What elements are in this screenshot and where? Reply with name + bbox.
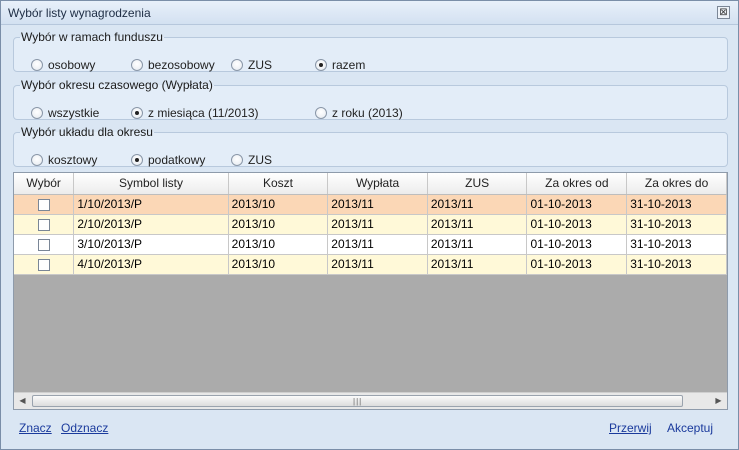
radio-podatkowy[interactable]: podatkowy bbox=[131, 153, 205, 167]
cell-okres-do[interactable]: 31-10-2013 bbox=[626, 254, 727, 275]
radio-z-miesiaca[interactable]: z miesiąca (11/2013) bbox=[131, 106, 259, 120]
cell-symbol[interactable]: 2/10/2013/P bbox=[73, 214, 229, 235]
radio-label: z miesiąca (11/2013) bbox=[148, 106, 259, 120]
period-group-legend: Wybór okresu czasowego (Wypłata) bbox=[21, 78, 213, 92]
cell-koszt[interactable]: 2013/10 bbox=[228, 194, 329, 215]
cell-koszt[interactable]: 2013/10 bbox=[228, 214, 329, 235]
radio-label: z roku (2013) bbox=[332, 106, 403, 120]
cell-wyplata[interactable]: 2013/11 bbox=[327, 194, 428, 215]
radio-kosztowy[interactable]: kosztowy bbox=[31, 153, 97, 167]
title-bar: Wybór listy wynagrodzenia ⊠ bbox=[1, 1, 738, 25]
radio-indicator bbox=[31, 154, 43, 166]
radio-indicator bbox=[315, 107, 327, 119]
dialog-window: Wybór listy wynagrodzenia ⊠ Wybór w rama… bbox=[0, 0, 739, 450]
fund-group: Wybór w ramach funduszu osobowy bezosobo… bbox=[13, 30, 728, 72]
col-header-koszt[interactable]: Koszt bbox=[228, 173, 329, 195]
radio-indicator bbox=[31, 59, 43, 71]
scroll-left-icon[interactable]: ◀ bbox=[14, 393, 31, 409]
cell-okres-od[interactable]: 01-10-2013 bbox=[526, 254, 628, 275]
odznacz-link[interactable]: Odznacz bbox=[61, 421, 108, 435]
radio-zus-layout[interactable]: ZUS bbox=[231, 153, 272, 167]
znacz-link[interactable]: Znacz bbox=[19, 421, 52, 435]
cell-symbol[interactable]: 3/10/2013/P bbox=[73, 234, 229, 255]
col-header-wybor[interactable]: Wybór bbox=[14, 173, 75, 195]
row-checkbox[interactable] bbox=[37, 198, 50, 211]
period-group: Wybór okresu czasowego (Wypłata) wszystk… bbox=[13, 78, 728, 120]
radio-label: podatkowy bbox=[148, 153, 206, 167]
radio-label: kosztowy bbox=[48, 153, 98, 167]
radio-indicator bbox=[131, 59, 143, 71]
radio-indicator bbox=[231, 154, 243, 166]
cell-symbol[interactable]: 4/10/2013/P bbox=[73, 254, 229, 275]
radio-z-roku[interactable]: z roku (2013) bbox=[315, 106, 403, 120]
radio-label: wszystkie bbox=[48, 106, 100, 120]
row-checkbox[interactable] bbox=[37, 218, 50, 231]
row-checkbox[interactable] bbox=[37, 258, 50, 271]
col-header-okres-od[interactable]: Za okres od bbox=[526, 173, 628, 195]
table-row[interactable]: 4/10/2013/P 2013/10 2013/11 2013/11 01-1… bbox=[14, 254, 727, 275]
col-header-zus[interactable]: ZUS bbox=[427, 173, 528, 195]
table-row[interactable]: 2/10/2013/P 2013/10 2013/11 2013/11 01-1… bbox=[14, 214, 727, 235]
row-checkbox-cell[interactable] bbox=[14, 254, 75, 275]
cell-wyplata[interactable]: 2013/11 bbox=[327, 214, 428, 235]
cell-zus[interactable]: 2013/11 bbox=[427, 214, 528, 235]
col-header-wyplata[interactable]: Wypłata bbox=[327, 173, 428, 195]
cell-wyplata[interactable]: 2013/11 bbox=[327, 254, 428, 275]
radio-indicator bbox=[131, 107, 143, 119]
salary-list-grid: Wybór Symbol listy Koszt Wypłata ZUS Za … bbox=[13, 172, 728, 410]
radio-label: razem bbox=[332, 58, 366, 72]
grid-header-row: Wybór Symbol listy Koszt Wypłata ZUS Za … bbox=[14, 173, 727, 195]
cell-zus[interactable]: 2013/11 bbox=[427, 194, 528, 215]
cell-okres-od[interactable]: 01-10-2013 bbox=[526, 214, 628, 235]
przerwij-link[interactable]: Przerwij bbox=[609, 421, 652, 435]
fund-group-legend: Wybór w ramach funduszu bbox=[21, 30, 163, 44]
cell-koszt[interactable]: 2013/10 bbox=[228, 254, 329, 275]
radio-indicator bbox=[31, 107, 43, 119]
radio-wszystkie[interactable]: wszystkie bbox=[31, 106, 99, 120]
radio-zus-fund[interactable]: ZUS bbox=[231, 58, 272, 72]
horizontal-scrollbar[interactable]: ◀ ||| ▶ bbox=[14, 392, 727, 409]
table-row[interactable]: 1/10/2013/P 2013/10 2013/11 2013/11 01-1… bbox=[14, 194, 727, 215]
row-checkbox-cell[interactable] bbox=[14, 214, 75, 235]
radio-razem[interactable]: razem bbox=[315, 58, 365, 72]
table-row[interactable]: 3/10/2013/P 2013/10 2013/11 2013/11 01-1… bbox=[14, 234, 727, 255]
radio-label: bezosobowy bbox=[148, 58, 215, 72]
grid-table: Wybór Symbol listy Koszt Wypłata ZUS Za … bbox=[14, 173, 727, 275]
cell-zus[interactable]: 2013/11 bbox=[427, 254, 528, 275]
radio-label: ZUS bbox=[248, 153, 272, 167]
layout-group-legend: Wybór układu dla okresu bbox=[21, 125, 153, 139]
radio-indicator bbox=[131, 154, 143, 166]
cell-symbol[interactable]: 1/10/2013/P bbox=[73, 194, 229, 215]
close-icon[interactable]: ⊠ bbox=[717, 6, 730, 19]
cell-zus[interactable]: 2013/11 bbox=[427, 234, 528, 255]
akceptuj-button[interactable]: Akceptuj bbox=[667, 421, 713, 435]
radio-label: ZUS bbox=[248, 58, 272, 72]
col-header-symbol[interactable]: Symbol listy bbox=[73, 173, 229, 195]
cell-okres-od[interactable]: 01-10-2013 bbox=[526, 234, 628, 255]
radio-indicator bbox=[315, 59, 327, 71]
radio-label: osobowy bbox=[48, 58, 96, 72]
row-checkbox-cell[interactable] bbox=[14, 194, 75, 215]
cell-okres-do[interactable]: 31-10-2013 bbox=[626, 234, 727, 255]
radio-osobowy[interactable]: osobowy bbox=[31, 58, 95, 72]
row-checkbox-cell[interactable] bbox=[14, 234, 75, 255]
scroll-grip-icon: ||| bbox=[353, 397, 363, 406]
cell-okres-do[interactable]: 31-10-2013 bbox=[626, 194, 727, 215]
radio-indicator bbox=[231, 59, 243, 71]
cell-wyplata[interactable]: 2013/11 bbox=[327, 234, 428, 255]
col-header-okres-do[interactable]: Za okres do bbox=[626, 173, 727, 195]
row-checkbox[interactable] bbox=[37, 238, 50, 251]
cell-koszt[interactable]: 2013/10 bbox=[228, 234, 329, 255]
cell-okres-do[interactable]: 31-10-2013 bbox=[626, 214, 727, 235]
radio-bezosobowy[interactable]: bezosobowy bbox=[131, 58, 215, 72]
scroll-thumb[interactable]: ||| bbox=[32, 395, 683, 407]
window-title: Wybór listy wynagrodzenia bbox=[8, 6, 151, 20]
layout-group: Wybór układu dla okresu kosztowy podatko… bbox=[13, 125, 728, 167]
scroll-right-icon[interactable]: ▶ bbox=[710, 393, 727, 409]
cell-okres-od[interactable]: 01-10-2013 bbox=[526, 194, 628, 215]
